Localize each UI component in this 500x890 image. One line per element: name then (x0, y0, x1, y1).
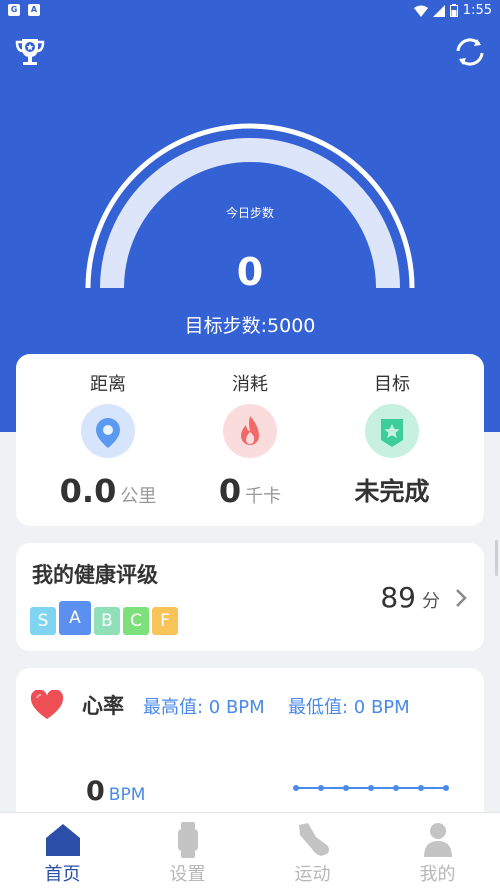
today-steps-label: 今日步数 (225, 206, 274, 220)
tab-profile-label: 我的 (419, 864, 456, 885)
goal-stat[interactable]: 目标 未完成 (314, 354, 470, 526)
battery-icon (449, 4, 458, 17)
health-rating-card[interactable]: 我的健康评级 S A B C F 89 分 (16, 543, 484, 651)
distance-title: 距离 (90, 374, 126, 395)
watch-icon (177, 822, 198, 858)
heart-rate-sparkline (293, 785, 449, 791)
goal-value: 未完成 (354, 477, 430, 506)
trophy-button[interactable] (12, 34, 48, 70)
location-pin-icon (81, 404, 135, 458)
grade-a: A (59, 601, 91, 635)
chevron-right-icon (456, 589, 467, 607)
health-rating-title: 我的健康评级 (32, 563, 158, 587)
health-score: 89 分 (380, 581, 440, 614)
signal-icon (432, 4, 445, 17)
user-icon (423, 823, 452, 857)
bottom-tab-bar: 首页 设置 运动 我的 (0, 812, 500, 890)
distance-value: 0.0 公里 (59, 472, 157, 510)
tab-settings[interactable]: 设置 (125, 813, 250, 890)
calories-stat[interactable]: 消耗 0 千卡 (172, 354, 328, 526)
stats-card: 距离 0.0 公里 消耗 0 千卡 目标 未完成 (16, 354, 484, 526)
sneaker-icon (298, 823, 329, 856)
calories-value: 0 千卡 (218, 472, 282, 510)
tab-sport[interactable]: 运动 (250, 813, 375, 890)
goal-title: 目标 (374, 374, 410, 395)
tab-sport-label: 运动 (294, 864, 331, 885)
sync-button[interactable] (452, 34, 488, 70)
today-steps-value: 0 (236, 250, 264, 294)
notification-icon: G (8, 4, 20, 16)
heart-rate-max: 最高值: 0 BPM (143, 697, 265, 718)
home-icon (45, 824, 80, 856)
heart-rate-min: 最低值: 0 BPM (288, 697, 410, 718)
heart-rate-title: 心率 (82, 694, 124, 718)
calories-title: 消耗 (232, 374, 268, 395)
star-badge-icon (365, 404, 419, 458)
flame-icon (223, 404, 277, 458)
tab-profile[interactable]: 我的 (375, 813, 500, 890)
app-notification-icon: A (28, 4, 40, 16)
distance-stat[interactable]: 距离 0.0 公里 (30, 354, 186, 526)
grade-badges: S A B C F (30, 601, 178, 635)
grade-c: C (123, 607, 149, 635)
trophy-icon (15, 39, 45, 65)
grade-f: F (152, 607, 178, 635)
heart-rate-value: 0 BPM (86, 776, 146, 807)
scrollbar[interactable] (495, 540, 498, 576)
grade-b: B (94, 607, 120, 635)
tab-home-label: 首页 (44, 864, 81, 885)
grade-s: S (30, 607, 56, 635)
heart-icon (30, 690, 64, 719)
wifi-icon (413, 5, 428, 17)
clock: 1:55 (462, 3, 492, 18)
tab-home[interactable]: 首页 (0, 813, 125, 890)
sync-icon (456, 38, 484, 66)
tab-settings-label: 设置 (169, 864, 206, 885)
target-steps: 目标步数:5000 (184, 315, 316, 337)
status-bar: G A 1:55 (0, 0, 500, 22)
